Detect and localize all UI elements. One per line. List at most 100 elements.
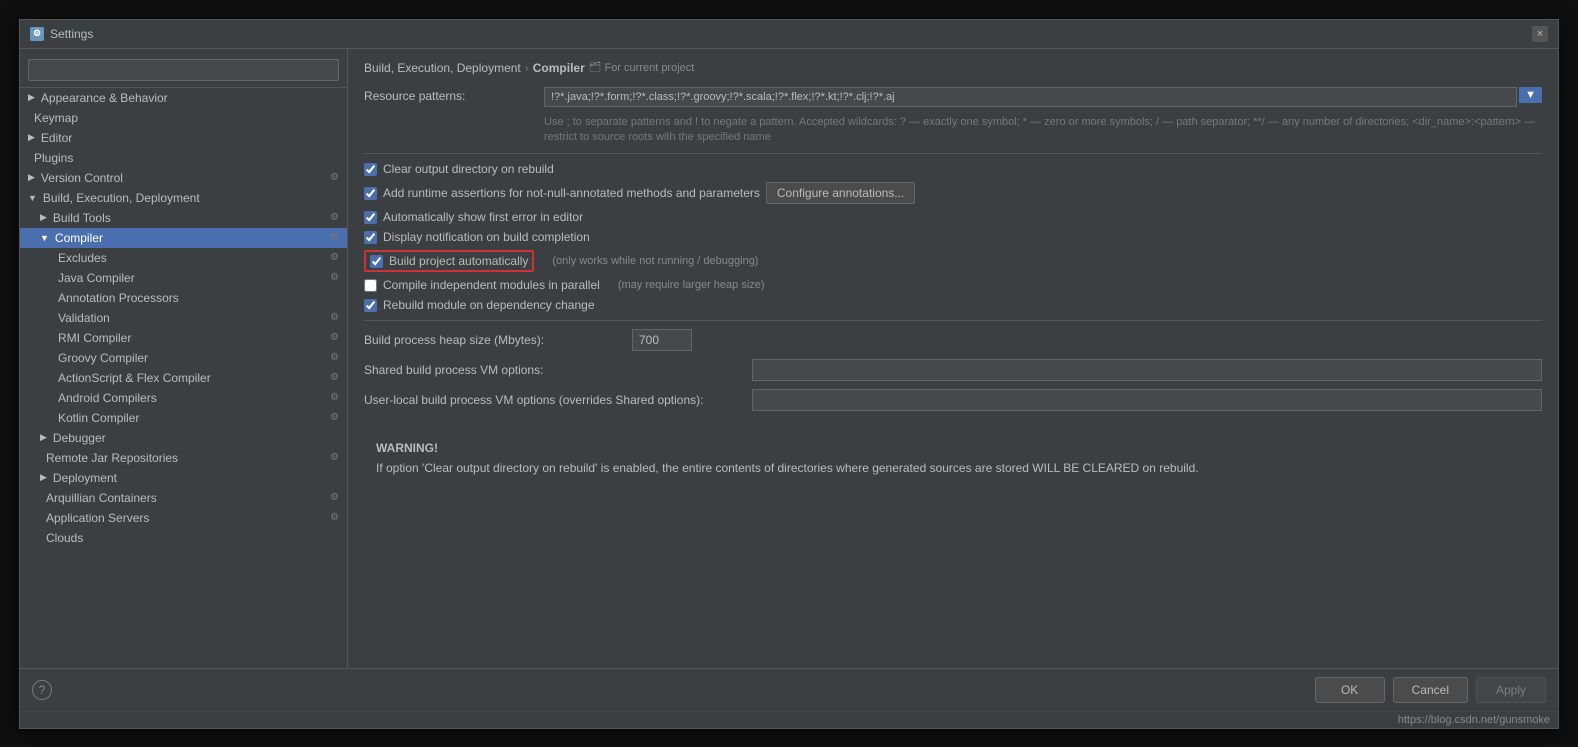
sidebar-item-java-compiler[interactable]: Java Compiler⚙: [20, 268, 347, 288]
tree-arrow-appearance: ▶: [28, 92, 35, 103]
sidebar-item-keymap[interactable]: Keymap: [20, 108, 347, 128]
tree-label-application-servers: Application Servers: [46, 511, 149, 525]
help-button[interactable]: ?: [32, 680, 52, 700]
sidebar-item-annotation-processors[interactable]: Annotation Processors: [20, 288, 347, 308]
tree-label-debugger: Debugger: [53, 431, 106, 445]
tree-label-kotlin-compiler: Kotlin Compiler: [58, 411, 139, 425]
tree-gear-actionscript-flex: ⚙: [330, 372, 339, 383]
resource-hint: Use ; to separate patterns and ! to nega…: [364, 115, 1542, 146]
sidebar-item-build-execution[interactable]: ▼Build, Execution, Deployment: [20, 188, 347, 208]
rebuild-module-checkbox[interactable]: [364, 299, 377, 312]
tree-gear-compiler: ⚙: [330, 232, 339, 243]
sidebar-item-appearance[interactable]: ▶Appearance & Behavior: [20, 88, 347, 108]
settings-dialog: ⚙ Settings × ▶Appearance & Behavior Keyma…: [19, 19, 1559, 729]
build-auto-label[interactable]: Build project automatically: [389, 254, 528, 268]
sidebar-item-deployment[interactable]: ▶Deployment: [20, 468, 347, 488]
tree-gear-rmi-compiler: ⚙: [330, 332, 339, 343]
sidebar-item-validation[interactable]: Validation⚙: [20, 308, 347, 328]
warning-box: WARNING! If option 'Clear output directo…: [364, 431, 1542, 487]
close-button[interactable]: ×: [1532, 26, 1548, 42]
rebuild-module-row: Rebuild module on dependency change: [364, 298, 1542, 312]
titlebar: ⚙ Settings ×: [20, 20, 1558, 49]
sidebar-item-arquillian-containers[interactable]: Arquillian Containers⚙: [20, 488, 347, 508]
show-error-row: Automatically show first error in editor: [364, 210, 1542, 224]
main-content: Build, Execution, Deployment › Compiler …: [348, 49, 1558, 668]
project-tag: 🗂 For current project: [589, 62, 695, 74]
sidebar: ▶Appearance & Behavior Keymap ▶Editor Plugi…: [20, 49, 348, 668]
user-vm-row: User-local build process VM options (ove…: [364, 389, 1542, 411]
sidebar-item-kotlin-compiler[interactable]: Kotlin Compiler⚙: [20, 408, 347, 428]
footer-left: ?: [32, 680, 52, 700]
sidebar-item-compiler[interactable]: ▼Compiler⚙: [20, 228, 347, 248]
sidebar-item-groovy-compiler[interactable]: Groovy Compiler⚙: [20, 348, 347, 368]
compile-parallel-checkbox[interactable]: [364, 279, 377, 292]
sidebar-item-remote-jar-repos[interactable]: Remote Jar Repositories⚙: [20, 448, 347, 468]
show-error-checkbox[interactable]: [364, 211, 377, 224]
divider-1: [364, 153, 1542, 154]
resource-input[interactable]: [544, 87, 1517, 107]
tree-label-clouds: Clouds: [46, 531, 83, 545]
sidebar-item-application-servers[interactable]: Application Servers⚙: [20, 508, 347, 528]
runtime-assertions-row: Add runtime assertions for not-null-anno…: [364, 182, 1542, 204]
display-notification-checkbox[interactable]: [364, 231, 377, 244]
user-vm-input[interactable]: [752, 389, 1542, 411]
status-url: https://blog.csdn.net/gunsmoke: [1398, 714, 1550, 726]
tree-gear-groovy-compiler: ⚙: [330, 352, 339, 363]
sidebar-item-version-control[interactable]: ▶Version Control⚙: [20, 168, 347, 188]
shared-vm-input[interactable]: [752, 359, 1542, 381]
compile-parallel-note: (may require larger heap size): [618, 279, 765, 291]
sidebar-item-editor[interactable]: ▶Editor: [20, 128, 347, 148]
runtime-label[interactable]: Add runtime assertions for not-null-anno…: [383, 186, 760, 200]
heap-row: Build process heap size (Mbytes):: [364, 329, 1542, 351]
clear-output-checkbox[interactable]: [364, 163, 377, 176]
tree-gear-version-control: ⚙: [330, 172, 339, 183]
tree-gear-build-tools: ⚙: [330, 212, 339, 223]
search-input[interactable]: [28, 59, 339, 81]
shared-vm-row: Shared build process VM options:: [364, 359, 1542, 381]
footer-right: OK Cancel Apply: [1315, 677, 1546, 703]
sidebar-item-rmi-compiler[interactable]: RMI Compiler ⚙: [20, 328, 347, 348]
breadcrumb-path: Build, Execution, Deployment: [364, 61, 521, 75]
configure-annotations-button[interactable]: Configure annotations...: [766, 182, 915, 204]
compile-parallel-label[interactable]: Compile independent modules in parallel: [383, 278, 600, 292]
tree-arrow-build-tools: ▶: [40, 212, 47, 223]
show-error-label[interactable]: Automatically show first error in editor: [383, 210, 583, 224]
tree-arrow-debugger: ▶: [40, 432, 47, 443]
resource-add-button[interactable]: ▼: [1519, 87, 1542, 103]
sidebar-item-android-compilers[interactable]: Android Compilers⚙: [20, 388, 347, 408]
settings-icon: ⚙: [30, 27, 44, 41]
cancel-button[interactable]: Cancel: [1393, 677, 1468, 703]
sidebar-item-build-tools[interactable]: ▶Build Tools⚙: [20, 208, 347, 228]
build-auto-note: (only works while not running / debuggin…: [552, 255, 758, 267]
ok-button[interactable]: OK: [1315, 677, 1385, 703]
compile-parallel-row: Compile independent modules in parallel …: [364, 278, 1542, 292]
heap-input[interactable]: [632, 329, 692, 351]
project-tag-icon: 🗂: [589, 62, 602, 73]
tree-arrow-editor: ▶: [28, 132, 35, 143]
runtime-checkbox[interactable]: [364, 187, 377, 200]
divider-2: [364, 320, 1542, 321]
tree-label-plugins: Plugins: [34, 151, 73, 165]
tree-label-actionscript-flex: ActionScript & Flex Compiler: [58, 371, 211, 385]
clear-output-label[interactable]: Clear output directory on rebuild: [383, 162, 554, 176]
build-auto-highlighted: Build project automatically: [364, 250, 534, 272]
breadcrumb-current: Compiler: [533, 61, 585, 75]
tree-label-rmi-compiler: RMI Compiler: [58, 331, 131, 345]
sidebar-item-actionscript-flex[interactable]: ActionScript & Flex Compiler ⚙: [20, 368, 347, 388]
tree-label-annotation-processors: Annotation Processors: [58, 291, 179, 305]
tree-label-keymap: Keymap: [34, 111, 78, 125]
tree-label-excludes: Excludes: [58, 251, 107, 265]
sidebar-item-debugger[interactable]: ▶ Debugger: [20, 428, 347, 448]
build-auto-checkbox[interactable]: [370, 255, 383, 268]
rebuild-module-label[interactable]: Rebuild module on dependency change: [383, 298, 595, 312]
apply-button[interactable]: Apply: [1476, 677, 1546, 703]
sidebar-item-plugins[interactable]: Plugins: [20, 148, 347, 168]
display-notification-label[interactable]: Display notification on build completion: [383, 230, 590, 244]
tree-label-deployment: Deployment: [53, 471, 117, 485]
dialog-body: ▶Appearance & Behavior Keymap ▶Editor Plugi…: [20, 49, 1558, 668]
sidebar-item-excludes[interactable]: Excludes⚙: [20, 248, 347, 268]
build-auto-row: Build project automatically (only works …: [364, 250, 1542, 272]
tree-arrow-version-control: ▶: [28, 172, 35, 183]
tree-gear-java-compiler: ⚙: [330, 272, 339, 283]
sidebar-item-clouds[interactable]: Clouds: [20, 528, 347, 548]
